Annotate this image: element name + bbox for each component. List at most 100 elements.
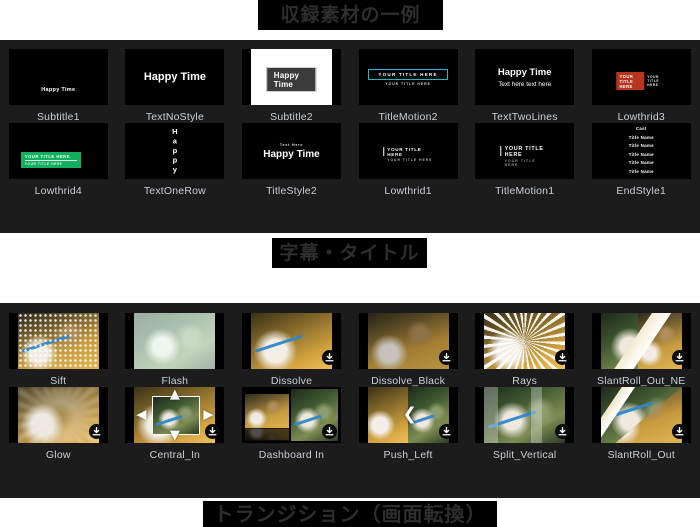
- thumbnail-textonerow[interactable]: Happy: [125, 123, 224, 179]
- title-item-lowthrid1[interactable]: YOUR TITLE HERE YOUR TITLE HERE Lowthrid…: [350, 123, 467, 197]
- transitions-panel: Sift Flash: [0, 303, 700, 498]
- thumbnail-split-vertical[interactable]: [475, 387, 574, 443]
- page-root: 収録素材の一例 Happy Time Subtitle1 Happy Time: [0, 0, 700, 527]
- preview-subtext: YOUR TITLE HERE: [385, 82, 431, 86]
- title-item-titlemotion2[interactable]: YOUR TITLE HERE YOUR TITLE HERE TitleMot…: [350, 49, 467, 123]
- transition-item-central-in[interactable]: ▲ ▼ ◀ ▶ Central_In: [117, 387, 234, 461]
- thumbnail-sift[interactable]: [9, 313, 108, 369]
- download-icon[interactable]: [322, 350, 337, 365]
- preview-art: Happy Time: [9, 49, 108, 105]
- thumbnail-slantroll-out[interactable]: [592, 387, 691, 443]
- transition-label: Split_Vertical: [493, 449, 557, 461]
- thumbnail-dissolve-black[interactable]: [359, 313, 458, 369]
- thumbnail-central-in[interactable]: ▲ ▼ ◀ ▶: [125, 387, 224, 443]
- title-label: TextOneRow: [144, 185, 206, 197]
- thumbnail-titlemotion2[interactable]: YOUR TITLE HERE YOUR TITLE HERE: [359, 49, 458, 105]
- transition-item-push-left[interactable]: ❮ Push_Left: [350, 387, 467, 461]
- preview-text: Happy: [170, 127, 179, 175]
- thumbnail-glow[interactable]: [9, 387, 108, 443]
- chevron-left-icon: ❮: [403, 407, 417, 424]
- preview-text: Happy Time: [498, 67, 552, 78]
- transition-item-split-vertical[interactable]: Split_Vertical: [466, 387, 583, 461]
- transition-item-glow[interactable]: Glow: [0, 387, 117, 461]
- title-item-endstyle1[interactable]: Cast Title Name Title Name Title Name Ti…: [583, 123, 700, 197]
- preview-frame: [134, 313, 215, 369]
- section-banner-subtitles-titles: 字幕・タイトル: [272, 238, 427, 268]
- thumbnail-push-left[interactable]: ❮: [359, 387, 458, 443]
- title-label: TitleMotion2: [378, 111, 437, 123]
- thumbnail-lowthrid4[interactable]: YOUR TITLE HERE YOUR TITLE HERE: [9, 123, 108, 179]
- download-icon[interactable]: [89, 424, 104, 439]
- download-icon[interactable]: [322, 424, 337, 439]
- transition-item-sift[interactable]: Sift: [0, 313, 117, 387]
- title-label: Lowthrid1: [384, 185, 431, 197]
- thumbnail-slantroll-out-ne[interactable]: [592, 313, 691, 369]
- title-item-textonerow[interactable]: Happy TextOneRow: [117, 123, 234, 197]
- transition-item-rays[interactable]: Rays: [466, 313, 583, 387]
- preview-frame: ❮: [368, 387, 449, 443]
- title-item-subtitle2[interactable]: Happy Time Subtitle2: [233, 49, 350, 123]
- title-label: Subtitle2: [270, 111, 313, 123]
- transition-item-slantroll-out[interactable]: SlantRoll_Out: [583, 387, 700, 461]
- thumbnail-titlemotion1[interactable]: YOUR TITLE HERE YOUR TITLE HERE: [475, 123, 574, 179]
- thumbnail-flash[interactable]: [125, 313, 224, 369]
- arrow-right-icon: ▶: [203, 409, 213, 422]
- section-banner-transitions: トランジション（画面転換）: [203, 501, 497, 527]
- thumbnail-subtitle1[interactable]: Happy Time: [9, 49, 108, 105]
- preview-subtext: Text Here: [280, 143, 303, 147]
- download-icon[interactable]: [555, 424, 570, 439]
- title-label: TitleStyle2: [266, 185, 317, 197]
- transition-item-slantroll-out-ne[interactable]: SlantRoll_Out_NE: [583, 313, 700, 387]
- transition-item-flash[interactable]: Flash: [117, 313, 234, 387]
- transition-label: Central_In: [150, 449, 200, 461]
- thumbnail-endstyle1[interactable]: Cast Title Name Title Name Title Name Ti…: [592, 123, 691, 179]
- download-icon[interactable]: [672, 350, 687, 365]
- transition-label: Dissolve: [271, 375, 312, 387]
- title-item-textnostyle[interactable]: Happy Time TextNoStyle: [117, 49, 234, 123]
- download-icon[interactable]: [555, 350, 570, 365]
- transition-item-dashboard-in[interactable]: Dashboard In: [233, 387, 350, 461]
- thumbnail-dashboard-in[interactable]: [242, 387, 341, 443]
- panel-left: [245, 394, 289, 428]
- title-item-texttwolines[interactable]: Happy Time Text here text here TextTwoLi…: [466, 49, 583, 123]
- title-label: Lowthrid4: [35, 185, 82, 197]
- transitions-grid: Sift Flash: [0, 303, 700, 461]
- titles-panel: Happy Time Subtitle1 Happy Time TextNoSt…: [0, 40, 700, 233]
- title-item-titlemotion1[interactable]: YOUR TITLE HERE YOUR TITLE HERE TitleMot…: [466, 123, 583, 197]
- preview-text: Happy Time: [41, 87, 75, 93]
- transition-item-dissolve-black[interactable]: Dissolve_Black: [350, 313, 467, 387]
- title-item-titlestyle2[interactable]: Text Here Happy Time TitleStyle2: [233, 123, 350, 197]
- thumbnail-lowthrid1[interactable]: YOUR TITLE HERE YOUR TITLE HERE: [359, 123, 458, 179]
- preview-line: Title Name: [629, 159, 654, 167]
- thumbnail-titlestyle2[interactable]: Text Here Happy Time: [242, 123, 341, 179]
- arrow-left-icon: ◀: [136, 409, 146, 422]
- thumbnail-rays[interactable]: [475, 313, 574, 369]
- title-item-lowthrid4[interactable]: YOUR TITLE HERE YOUR TITLE HERE Lowthrid…: [0, 123, 117, 197]
- preview-subtext: YOUR TITLE HERE: [387, 158, 433, 162]
- preview-art: Text Here Happy Time: [242, 123, 341, 179]
- halftone-overlay: [18, 313, 99, 369]
- title-item-subtitle1[interactable]: Happy Time Subtitle1: [0, 49, 117, 123]
- panel-left-reflection: [245, 428, 289, 440]
- preview-text: Happy Time: [263, 149, 320, 160]
- title-item-lowthrid3[interactable]: YOUR TITLE HERE YOUR TITLE HERE Lowthrid…: [583, 49, 700, 123]
- transition-item-dissolve[interactable]: Dissolve: [233, 313, 350, 387]
- preview-frame: [368, 313, 449, 369]
- download-icon[interactable]: [672, 424, 687, 439]
- split-band-right: [531, 387, 542, 443]
- thumbnail-lowthrid3[interactable]: YOUR TITLE HERE YOUR TITLE HERE: [592, 49, 691, 105]
- download-icon[interactable]: [205, 424, 220, 439]
- preview-art: Happy Time: [125, 49, 224, 105]
- preview-subtext: Text here text here: [498, 81, 551, 88]
- thumbnail-texttwolines[interactable]: Happy Time Text here text here: [475, 49, 574, 105]
- accent-bar: [500, 146, 502, 156]
- rays-overlay: [484, 313, 565, 369]
- download-icon[interactable]: [439, 424, 454, 439]
- thumbnail-subtitle2[interactable]: Happy Time: [242, 49, 341, 105]
- title-label: TitleMotion1: [495, 185, 554, 197]
- thumbnail-dissolve[interactable]: [242, 313, 341, 369]
- thumbnail-textnostyle[interactable]: Happy Time: [125, 49, 224, 105]
- transition-label: Sift: [50, 375, 66, 387]
- preview-text: YOUR TITLE HERE: [387, 147, 433, 157]
- download-icon[interactable]: [439, 350, 454, 365]
